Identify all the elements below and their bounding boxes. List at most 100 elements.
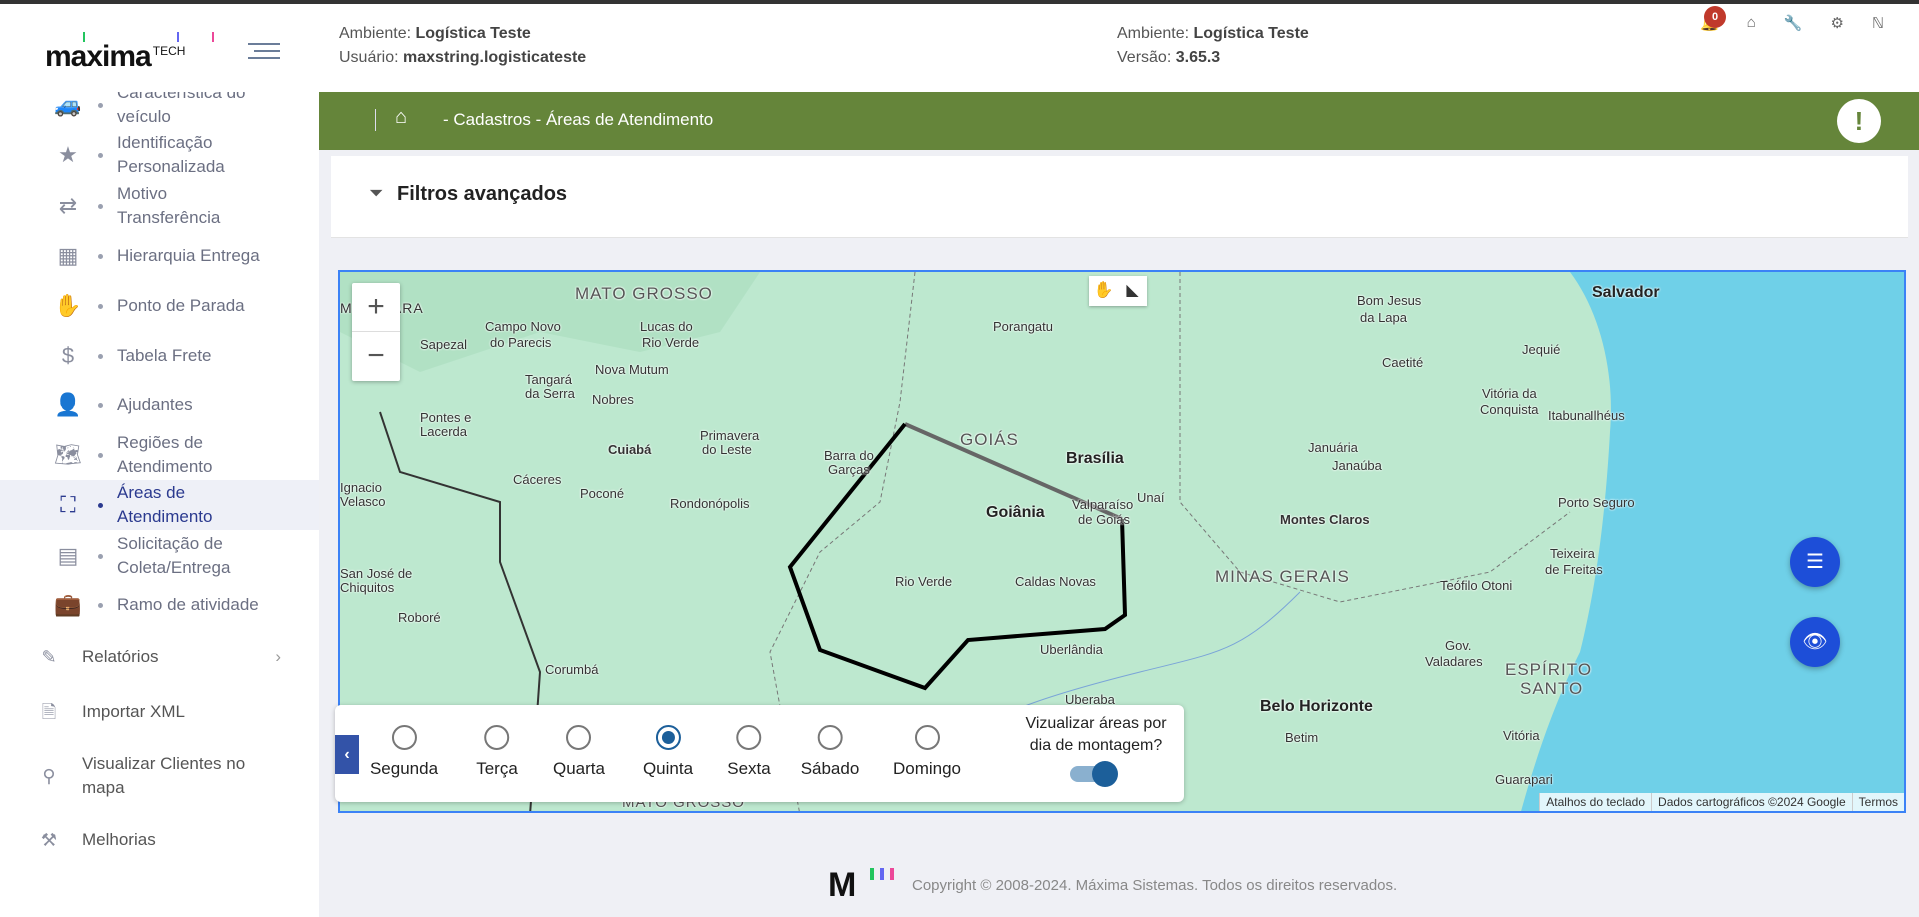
map-place-label: Barra do: [824, 448, 874, 463]
area-icon: ⛶: [60, 492, 76, 517]
zoom-in-button[interactable]: +: [352, 283, 400, 332]
map-place-label: Valadares: [1425, 654, 1483, 669]
map-place-label: Belo Horizonte: [1260, 698, 1373, 715]
polygon-draw-icon[interactable]: ◣: [1118, 276, 1147, 306]
sidebar-item-ponto-parada[interactable]: ✋ Ponto de Parada: [0, 294, 319, 318]
sidebar-item-caracteristica-veiculo[interactable]: 🚙 Característica do veículo: [0, 92, 319, 129]
radio[interactable]: [484, 725, 510, 750]
pin-icon: ⚲: [42, 766, 56, 786]
map-place-label: Nobres: [592, 392, 634, 407]
bell-icon[interactable]: 🔔0: [1700, 6, 1727, 32]
map-place-label: Velasco: [340, 494, 386, 509]
filter-icon: ⏷: [369, 183, 384, 203]
money-icon: $: [61, 343, 75, 368]
wrench-icon[interactable]: 🔧: [1784, 14, 1803, 32]
footer: M Copyright © 2008-2024. Máxima Sistemas…: [828, 866, 1397, 905]
sidebar-item-solicitacao-coleta[interactable]: ▤ Solicitação de Coleta/Entrega: [0, 532, 319, 580]
sidebar-item-melhorias[interactable]: ⚒ Melhorias: [0, 828, 319, 852]
map-place-label: Jequié: [1522, 342, 1561, 357]
visibility-button[interactable]: 👁: [1790, 617, 1840, 667]
map-place-label: MATO GROSSO: [575, 284, 713, 303]
map-place-label: Bom Jesus: [1357, 293, 1422, 308]
map-place-label: Tangará: [525, 372, 572, 387]
map-place-label: Goiânia: [986, 504, 1045, 521]
map-place-label: Teixeira: [1550, 546, 1595, 561]
sidebar-item-regioes-atendimento[interactable]: 🗺 Regiões de Atendimento: [0, 431, 319, 479]
env-info: Ambiente: Logística Teste Usuário: maxst…: [339, 25, 587, 66]
map-place-label: Roboré: [398, 610, 441, 625]
map-place-label: Salvador: [1592, 284, 1660, 301]
radio-selected[interactable]: [655, 725, 681, 750]
map-place-label: Vitória da: [1482, 386, 1537, 401]
sidebar-item-importar-xml[interactable]: 🗎 Importar XML: [0, 700, 319, 724]
sidebar-item-ramo-atividade[interactable]: 💼 Ramo de atividade: [0, 593, 319, 617]
map-place-label: Porangatu: [993, 319, 1053, 334]
day-option-sabado[interactable]: Sábado: [801, 725, 859, 779]
map-place-label: Lacerda: [420, 424, 467, 439]
map-place-label: da Serra: [525, 386, 575, 401]
map-place-label: Caldas Novas: [1015, 574, 1096, 589]
sidebar-item-relatorios[interactable]: ✎ Relatórios ›: [0, 645, 319, 669]
hand-icon[interactable]: ✋: [1089, 276, 1118, 306]
sidebar-item-areas-atendimento[interactable]: ⛶ Áreas de Atendimento: [0, 480, 319, 530]
map-place-label: Conquista: [1480, 402, 1539, 417]
user-icon: 👤: [54, 392, 82, 417]
map-place-label: Garças: [828, 462, 870, 477]
maxima-tech-logo[interactable]: maxima TECH: [45, 32, 214, 74]
star-icon: ★: [58, 142, 78, 167]
keyboard-shortcuts-link[interactable]: Atalhos do teclado: [1539, 793, 1652, 811]
zoom-out-button[interactable]: −: [352, 332, 400, 381]
map-place-label: SANTO: [1520, 679, 1584, 698]
home-icon[interactable]: ⌂: [395, 106, 407, 129]
map-place-label: Guarapari: [1495, 772, 1553, 787]
map-place-label: de Goiás: [1078, 512, 1131, 527]
map-data-credit: Dados cartográficos ©2024 Google: [1651, 793, 1852, 811]
map-place-label: San José de: [340, 566, 413, 581]
collapse-panel-button[interactable]: ‹: [335, 735, 359, 774]
radio[interactable]: [566, 725, 592, 750]
car-icon: 🚙: [54, 92, 82, 117]
sidebar-item-identificacao[interactable]: ★ Identificação Personalizada: [0, 131, 319, 179]
day-option-sexta[interactable]: Sexta: [727, 725, 771, 779]
day-option-quinta[interactable]: Quinta: [643, 725, 693, 779]
list-button[interactable]: ☰: [1790, 537, 1840, 587]
map-place-label: Caetité: [1382, 355, 1424, 370]
sidebar-item-motivo-transferencia[interactable]: ⇄ Motivo Transferência: [0, 182, 319, 230]
day-option-domingo[interactable]: Domingo: [893, 725, 961, 779]
map-place-label: Gov.: [1445, 638, 1472, 653]
sidebar-item-hierarquia-entrega[interactable]: ▦ Hierarquia Entrega: [0, 244, 319, 268]
ocean: [1521, 272, 1904, 811]
gear-icon[interactable]: ⚙: [1831, 14, 1844, 32]
sidebar-item-visualizar-clientes[interactable]: ⚲ Visualizar Clientes no mapa: [0, 752, 319, 800]
home-icon[interactable]: ⌂: [1747, 14, 1756, 32]
zoom-controls: + −: [352, 283, 400, 381]
map-place-label: Janaúba: [1332, 458, 1382, 473]
radio[interactable]: [914, 725, 940, 750]
tools-icon: ⚒: [40, 830, 58, 850]
map-place-label: Chiquitos: [340, 580, 395, 595]
advanced-filters-panel[interactable]: ⏷ Filtros avançados: [331, 156, 1908, 238]
edit-icon: ✎: [41, 647, 57, 667]
sidebar-item-tabela-frete[interactable]: $ Tabela Frete: [0, 344, 319, 368]
map-place-label: de Freitas: [1545, 562, 1603, 577]
alert-button[interactable]: !: [1837, 99, 1881, 143]
map-place-label: do Leste: [702, 442, 752, 457]
notification-badge: 0: [1704, 6, 1727, 28]
sidebar-item-ajudantes[interactable]: 👤 Ajudantes: [0, 393, 319, 417]
map-place-label: Cuiabá: [608, 442, 652, 457]
menu-toggle-button[interactable]: [248, 38, 280, 64]
map-place-label: Ignacio: [340, 480, 382, 495]
app-header: maxima TECH Ambiente: Logística Teste Usu…: [0, 4, 1919, 92]
day-option-terca[interactable]: Terça: [476, 725, 518, 779]
day-option-quarta[interactable]: Quarta: [553, 725, 605, 779]
radio[interactable]: [736, 725, 762, 750]
radio[interactable]: [817, 725, 843, 750]
copyright-text: Copyright © 2008-2024. Máxima Sistemas. …: [912, 877, 1398, 894]
day-option-segunda[interactable]: Segunda: [370, 725, 438, 779]
radio[interactable]: [391, 725, 417, 750]
map-place-label: Lucas do: [640, 319, 693, 334]
language-icon[interactable]: ℕ: [1872, 14, 1884, 32]
view-by-day-toggle[interactable]: [1070, 761, 1118, 787]
terms-link[interactable]: Termos: [1851, 793, 1904, 811]
sidebar: 🚙 Característica do veículo ★ Identificaçã…: [0, 92, 319, 917]
